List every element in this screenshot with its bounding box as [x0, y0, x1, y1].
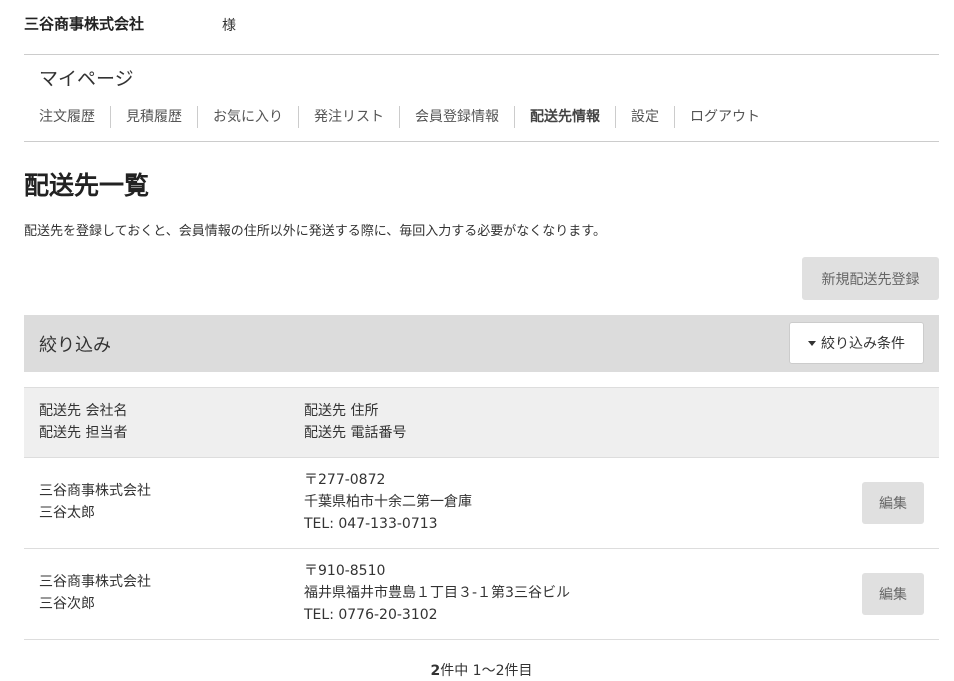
company-name: 三谷商事株式会社 — [24, 15, 145, 33]
top-header: 三谷商事株式会社 様 — [24, 0, 939, 55]
row-phone: TEL: 047-133-0713 — [304, 516, 438, 532]
nav-order-list[interactable]: 発注リスト — [299, 106, 400, 128]
shipping-address-table: 配送先 会社名 配送先 担当者 配送先 住所 配送先 電話番号 三谷商事株式会社… — [24, 387, 939, 640]
range-text: 件中 1～2件目 — [440, 663, 533, 679]
table-header: 配送先 会社名 配送先 担当者 配送先 住所 配送先 電話番号 — [24, 387, 939, 458]
row-address: 千葉県柏市十余二第一倉庫 — [304, 494, 472, 510]
table-row: 三谷商事株式会社 三谷太郎 〒277-0872 千葉県柏市十余二第一倉庫 TEL… — [24, 458, 939, 549]
mypage-title: マイページ — [39, 68, 134, 90]
row-phone: TEL: 0776-20-3102 — [304, 607, 438, 623]
row-company-cell: 三谷商事株式会社 三谷太郎 — [39, 480, 151, 524]
nav-logout[interactable]: ログアウト — [675, 106, 775, 128]
row-postal-code: 〒910-8510 — [304, 563, 386, 579]
header-col-address: 配送先 住所 配送先 電話番号 — [304, 400, 406, 444]
row-company-name: 三谷商事株式会社 — [39, 574, 151, 590]
mypage-nav: 注文履歴 見積履歴 お気に入り 発注リスト 会員登録情報 配送先情報 設定 ログ… — [24, 104, 775, 130]
row-address-cell: 〒910-8510 福井県福井市豊島１丁目３-１第3三谷ビル TEL: 0776… — [304, 560, 570, 626]
pagination-info: 2件中 1～2件目 — [24, 660, 939, 680]
nav-shipping-info[interactable]: 配送先情報 — [515, 106, 616, 128]
header-phone: 配送先 電話番号 — [304, 425, 407, 441]
header-company-name: 配送先 会社名 — [39, 403, 128, 419]
row-address: 福井県福井市豊島１丁目３-１第3三谷ビル — [304, 585, 570, 601]
row-company-name: 三谷商事株式会社 — [39, 483, 151, 499]
filter-conditions-button[interactable]: 絞り込み条件 — [789, 322, 924, 364]
filter-conditions-label: 絞り込み条件 — [821, 336, 905, 352]
header-address: 配送先 住所 — [304, 403, 379, 419]
nav-order-history[interactable]: 注文履歴 — [24, 106, 111, 128]
edit-button[interactable]: 編集 — [862, 482, 924, 524]
total-count: 2 — [430, 663, 441, 679]
row-contact-person: 三谷太郎 — [39, 505, 95, 521]
filter-label: 絞り込み — [39, 335, 111, 356]
header-contact-person: 配送先 担当者 — [39, 425, 128, 441]
nav-quote-history[interactable]: 見積履歴 — [111, 106, 198, 128]
filter-bar: 絞り込み 絞り込み条件 — [24, 315, 939, 372]
nav-settings[interactable]: 設定 — [616, 106, 675, 128]
row-postal-code: 〒277-0872 — [304, 472, 386, 488]
nav-divider — [24, 141, 939, 142]
caret-down-icon — [808, 340, 816, 346]
nav-favorites[interactable]: お気に入り — [198, 106, 299, 128]
row-address-cell: 〒277-0872 千葉県柏市十余二第一倉庫 TEL: 047-133-0713 — [304, 469, 472, 535]
table-row: 三谷商事株式会社 三谷次郎 〒910-8510 福井県福井市豊島１丁目３-１第3… — [24, 549, 939, 640]
nav-member-info[interactable]: 会員登録情報 — [400, 106, 515, 128]
page-description: 配送先を登録しておくと、会員情報の住所以外に発送する際に、毎回入力する必要がなく… — [24, 224, 607, 239]
new-shipping-address-button[interactable]: 新規配送先登録 — [802, 257, 939, 300]
page-title: 配送先一覧 — [24, 171, 150, 200]
honorific: 様 — [222, 18, 236, 34]
row-company-cell: 三谷商事株式会社 三谷次郎 — [39, 571, 151, 615]
row-contact-person: 三谷次郎 — [39, 596, 95, 612]
header-col-company: 配送先 会社名 配送先 担当者 — [39, 400, 127, 444]
page-container: 三谷商事株式会社 様 マイページ 注文履歴 見積履歴 お気に入り 発注リスト 会… — [24, 0, 939, 679]
edit-button[interactable]: 編集 — [862, 573, 924, 615]
